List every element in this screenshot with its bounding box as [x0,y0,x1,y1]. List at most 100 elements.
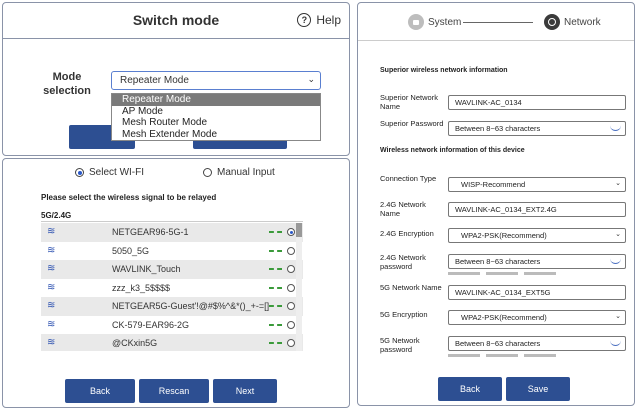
wifi-icon: ≋ [47,337,56,348]
wifi-row[interactable]: ≋ CK-579-EAR96-2G [41,316,303,335]
signal-strength-icon [269,286,282,289]
g5-password-placeholder: Between 8~63 characters [455,339,541,348]
mode-option-mesh-extender[interactable]: Mesh Extender Mode [112,129,320,141]
chevron-down-icon: ⌄ [615,313,621,320]
lock-icon [408,14,424,30]
wifi-select-panel: Select WI-FI Manual Input Please select … [2,158,350,408]
signal-strength-icon [269,249,282,252]
eye-closed-icon[interactable] [610,258,621,264]
superior-password-placeholder: Between 8~63 characters [455,124,541,133]
switch-mode-panel: Switch mode ? Help Mode selection Repeat… [2,2,350,156]
wifi-ssid: WAVLINK_Touch [112,264,181,275]
connection-type-select[interactable]: WISP-Recommend ⌄ [448,177,626,192]
wifi-radio[interactable] [287,320,295,329]
wifi-row[interactable]: ≋ NETGEAR5G-Guest'!@#$%^&*()_+-=[] [41,297,303,316]
superior-section-title: Superior wireless network information [380,67,508,74]
wifi-radio[interactable] [287,265,295,273]
g24-name-input[interactable]: WAVLINK-AC_0134_EXT2.4G [448,202,626,217]
step-connector [463,22,533,23]
radio-unselected-icon [203,168,212,177]
rescan-button[interactable]: Rescan [139,379,209,403]
manual-input-radio[interactable]: Manual Input [203,167,275,178]
superior-password-input[interactable]: Between 8~63 characters [448,121,626,136]
g24-encryption-label: 2.4G Encryption [380,229,434,238]
wifi-row[interactable]: ≋ zzz_k3_5$$$$ [41,279,303,298]
chevron-down-icon: ⌄ [615,180,621,187]
select-wifi-radio[interactable]: Select WI-FI [75,167,144,178]
wifi-radio[interactable] [287,246,295,255]
g5-name-input[interactable]: WAVLINK-AC_0134_EXT5G [448,285,626,300]
wifi-ssid: NETGEAR96-5G-1 [112,227,189,238]
mode-select-value: Repeater Mode [120,75,189,86]
g5-encryption-value: WPA2-PSK(Recommend) [461,313,547,322]
mode-option-repeater[interactable]: Repeater Mode [112,94,320,106]
g5-name-label: 5G Network Name [380,283,442,292]
superior-password-label: Superior Password [380,119,444,128]
mode-select[interactable]: Repeater Mode ⌄ [111,71,321,90]
wifi-network-list: ≋ NETGEAR96-5G-1 ≋ 5050_5G ≋ WAVLINK_Tou… [41,223,303,351]
superior-name-label: Superior Network Name [380,93,438,111]
connection-type-value: WISP-Recommend [461,180,526,189]
chevron-down-icon: ⌄ [615,231,621,238]
signal-strength-icon [269,342,282,344]
setup-stepper: System Network [358,3,634,41]
superior-name-input[interactable]: WAVLINK-AC_0134 [448,95,626,110]
wifi-row[interactable]: ≋ 5050_5G [41,242,303,261]
help-button[interactable]: ? Help [297,13,341,27]
step-system: System [428,17,462,28]
g24-encryption-select[interactable]: WPA2-PSK(Recommend) ⌄ [448,228,626,243]
save-button[interactable]: Save [506,377,570,401]
help-icon: ? [297,13,312,27]
g24-password-strength [448,272,556,275]
chevron-down-icon: ⌄ [307,74,315,84]
wifi-ssid: NETGEAR5G-Guest'!@#$%^&*()_+-=[] [112,301,270,312]
g5-password-strength [448,354,556,357]
wifi-icon: ≋ [47,318,56,330]
back-button[interactable]: Back [65,379,135,403]
step-network: Network [564,17,601,28]
wifi-row[interactable]: ≋ @CKxin5G [41,334,303,351]
wifi-ssid: @CKxin5G [112,338,158,349]
mode-option-ap[interactable]: AP Mode [112,106,320,118]
wifi-icon: ≋ [47,244,56,256]
wifi-icon: ≋ [47,300,56,311]
signal-strength-icon [269,231,282,233]
wifi-radio[interactable] [287,302,295,310]
wifi-icon: ≋ [47,263,56,274]
g24-encryption-value: WPA2-PSK(Recommend) [461,231,547,240]
mode-selection-label: Mode selection [43,71,91,97]
mode-option-mesh-router[interactable]: Mesh Router Mode [112,117,320,129]
select-wifi-label: Select WI-FI [89,167,145,178]
eye-closed-icon[interactable] [610,340,621,346]
g5-password-input[interactable]: Between 8~63 characters [448,336,626,351]
switch-mode-header: Switch mode ? Help [3,3,349,39]
wifi-row[interactable]: ≋ WAVLINK_Touch [41,260,303,279]
signal-strength-icon [269,323,282,326]
g5-encryption-select[interactable]: WPA2-PSK(Recommend) ⌄ [448,310,626,325]
device-section-title: Wireless network information of this dev… [380,147,525,154]
scrollbar-thumb[interactable] [296,223,302,237]
next-button[interactable]: Next [213,379,277,403]
manual-input-label: Manual Input [217,167,275,178]
mode-dropdown: Repeater Mode AP Mode Mesh Router Mode M… [111,93,321,141]
wifi-icon: ≋ [47,281,56,293]
wifi-radio-selected[interactable] [287,228,295,236]
g5-encryption-label: 5G Encryption [380,310,428,319]
wifi-radio[interactable] [287,283,295,292]
g5-password-label: 5G Network password [380,336,420,354]
signal-strength-icon [269,305,282,307]
wifi-radio[interactable] [287,339,295,347]
signal-strength-icon [269,268,282,270]
g24-name-label: 2.4G Network Name [380,200,426,218]
wifi-ssid: 5050_5G [112,245,150,256]
help-label: Help [316,13,341,27]
back-button[interactable]: Back [438,377,502,401]
wifi-row[interactable]: ≋ NETGEAR96-5G-1 [41,223,303,242]
list-scrollbar[interactable] [296,223,302,351]
wifi-instruction: Please select the wireless signal to be … [41,193,217,202]
eye-closed-icon[interactable] [610,125,621,131]
divider [41,221,303,222]
network-settings-panel: System Network Superior wireless network… [357,2,635,406]
g24-password-input[interactable]: Between 8~63 characters [448,254,626,269]
radio-selected-icon [75,168,84,177]
